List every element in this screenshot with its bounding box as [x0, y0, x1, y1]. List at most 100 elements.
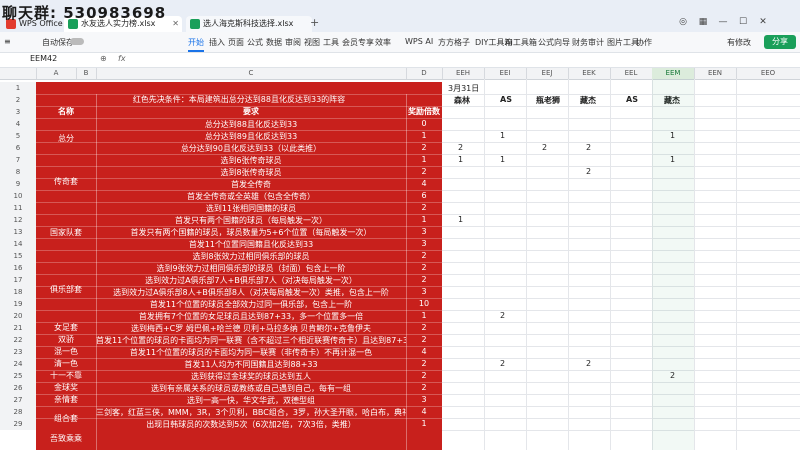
requirement-cell[interactable]: 选到梅西+C罗 姆巴佩+哈兰德 贝利+马拉多纳 贝肯鲍尔+克鲁伊夫	[96, 323, 406, 334]
requirement-cell[interactable]: 出现日韩球员的次数达到5次（6次加2倍，7次3倍，类推）	[96, 419, 406, 430]
multiplier-cell[interactable]: 4	[406, 347, 442, 356]
menu-icon[interactable]: ≡	[4, 37, 11, 46]
score-cell[interactable]: 2	[542, 143, 547, 152]
new-tab-icon[interactable]: +	[310, 16, 319, 29]
col-header-eeo[interactable]: EEO	[736, 68, 800, 79]
row-header[interactable]: 7	[0, 154, 36, 166]
score-cell[interactable]: 2	[670, 371, 675, 380]
name-box[interactable]: EEM42	[30, 54, 57, 63]
multiplier-cell[interactable]: 2	[406, 251, 442, 260]
row-header[interactable]: 6	[0, 142, 36, 154]
row-header[interactable]: 26	[0, 382, 36, 394]
col-header-eem[interactable]: EEM	[652, 68, 695, 79]
row-header[interactable]: 15	[0, 250, 36, 262]
requirement-cell[interactable]: 首发拥有7个位置的女足球员且达到87+33，多一个位置多一倍	[96, 311, 406, 322]
col-header-een[interactable]: EEN	[694, 68, 737, 79]
score-cell[interactable]: 2	[586, 359, 591, 368]
tab-data[interactable]: 数据	[266, 37, 282, 48]
multiplier-cell[interactable]: 1	[406, 311, 442, 320]
multiplier-cell[interactable]: 2	[406, 263, 442, 272]
requirement-cell[interactable]: 选到11张相同国籍的球员	[96, 203, 406, 214]
tab-efficiency[interactable]: 效率	[375, 37, 391, 48]
requirement-cell[interactable]: 首发只有两个国籍的球员（每局触发一次）	[96, 215, 406, 226]
row-header[interactable]: 12	[0, 214, 36, 226]
requirement-cell[interactable]: 首发11个位置的球员的卡面均为同一联赛（非传奇卡）不再计混一色	[96, 347, 406, 358]
tab-picture[interactable]: 图片工具	[607, 37, 639, 48]
multiplier-cell[interactable]: 3	[406, 395, 442, 404]
multiplier-cell[interactable]: 2	[406, 359, 442, 368]
multiplier-cell[interactable]: 2	[406, 275, 442, 284]
requirement-cell[interactable]: 三剑客，红蓝三侠，MMM，3R，3个贝利，BBC组合，3罗，孙大圣开眼，哈白布，…	[96, 407, 406, 418]
row-header[interactable]: 8	[0, 166, 36, 178]
score-cell[interactable]: 1	[458, 155, 463, 164]
tab-view[interactable]: 视图	[304, 37, 320, 48]
multiplier-cell[interactable]: 2	[406, 371, 442, 380]
row-header[interactable]: 29	[0, 418, 36, 430]
row-header[interactable]: 13	[0, 226, 36, 238]
multiplier-cell[interactable]: 2	[406, 335, 442, 344]
tab-review[interactable]: 审阅	[285, 37, 301, 48]
modified-label[interactable]: 有修改	[727, 37, 751, 48]
row-header[interactable]: 14	[0, 238, 36, 250]
tab-tools[interactable]: 工具	[323, 37, 339, 48]
maximize-icon[interactable]: ☐	[736, 17, 750, 27]
multiplier-cell[interactable]: 1	[406, 215, 442, 224]
multiplier-cell[interactable]: 4	[406, 179, 442, 188]
select-all-corner[interactable]	[0, 68, 37, 79]
multiplier-cell[interactable]: 10	[406, 299, 442, 308]
grid-icon[interactable]: ▦	[696, 17, 710, 27]
bell-icon[interactable]: ◎	[676, 17, 690, 27]
tab-ai-toolbox[interactable]: AI工具箱	[505, 37, 537, 48]
multiplier-cell[interactable]: 0	[406, 119, 442, 128]
multiplier-cell[interactable]: 2	[406, 383, 442, 392]
row-header[interactable]: 4	[0, 118, 36, 130]
requirement-cell[interactable]: 总分达到88且化反达到33	[96, 119, 406, 130]
col-header-b[interactable]: B	[76, 68, 97, 79]
tab-formula[interactable]: 公式	[247, 37, 263, 48]
col-header-eej[interactable]: EEJ	[526, 68, 569, 79]
requirement-cell[interactable]: 选到效力过A俱乐部8人+B俱乐部8人（对决每局触发一次）类推，包含上一阶	[96, 287, 406, 298]
date-cell[interactable]: 3月31日	[448, 83, 479, 94]
tab-page[interactable]: 页面	[228, 37, 244, 48]
row-header[interactable]: 27	[0, 394, 36, 406]
tab-collab[interactable]: 协作	[636, 37, 652, 48]
requirement-cell[interactable]: 选到效力过A俱乐部7人+B俱乐部7人（对决每局触发一次）	[96, 275, 406, 286]
multiplier-cell[interactable]: 2	[406, 323, 442, 332]
multiplier-cell[interactable]: 2	[406, 143, 442, 152]
row-header[interactable]: 16	[0, 262, 36, 274]
multiplier-cell[interactable]: 2	[406, 203, 442, 212]
tab-insert[interactable]: 插入	[209, 37, 225, 48]
requirement-cell[interactable]: 首发全传奇	[96, 179, 406, 190]
col-header-d[interactable]: D	[406, 68, 443, 79]
requirement-cell[interactable]: 首发只有两个国籍的球员，球员数量为5+6个位置（每局触发一次）	[96, 227, 406, 238]
requirement-cell[interactable]: 首发全传奇或全英雄（包含全传奇）	[96, 191, 406, 202]
requirement-cell[interactable]: 选到8张传奇球员	[96, 167, 406, 178]
fx-label[interactable]: fx	[118, 54, 126, 63]
tab-wps-ai[interactable]: WPS AI	[405, 37, 433, 46]
row-header[interactable]: 3	[0, 106, 36, 118]
requirement-cell[interactable]: 首发11人均为不同国籍且达到88+33	[96, 359, 406, 370]
requirement-cell[interactable]: 首发11个位置同国籍且化反达到33	[96, 239, 406, 250]
row-header[interactable]: 5	[0, 130, 36, 142]
multiplier-cell[interactable]: 4	[406, 407, 442, 416]
col-header-c[interactable]: C	[96, 68, 407, 79]
tab-finance[interactable]: 财务审计	[572, 37, 604, 48]
score-cell[interactable]: 1	[670, 131, 675, 140]
multiplier-cell[interactable]: 6	[406, 191, 442, 200]
multiplier-cell[interactable]: 3	[406, 287, 442, 296]
requirement-cell[interactable]: 总分达到90且化反达到33（以此类推）	[96, 143, 406, 154]
score-cell[interactable]: 2	[586, 143, 591, 152]
row-header[interactable]: 18	[0, 286, 36, 298]
row-header[interactable]: 20	[0, 310, 36, 322]
requirement-cell[interactable]: 首发11个位置的球员全部效力过同一俱乐部，包含上一阶	[96, 299, 406, 310]
score-cell[interactable]: 2	[500, 311, 505, 320]
tab-formula-wizard[interactable]: 公式向导	[538, 37, 570, 48]
player-cell[interactable]: AS	[500, 95, 512, 104]
score-cell[interactable]: 1	[500, 155, 505, 164]
score-cell[interactable]: 1	[458, 215, 463, 224]
row-header[interactable]: 28	[0, 406, 36, 418]
score-cell[interactable]: 1	[670, 155, 675, 164]
row-header[interactable]: 2	[0, 94, 36, 106]
score-cell[interactable]: 2	[458, 143, 463, 152]
multiplier-cell[interactable]: 1	[406, 155, 442, 164]
